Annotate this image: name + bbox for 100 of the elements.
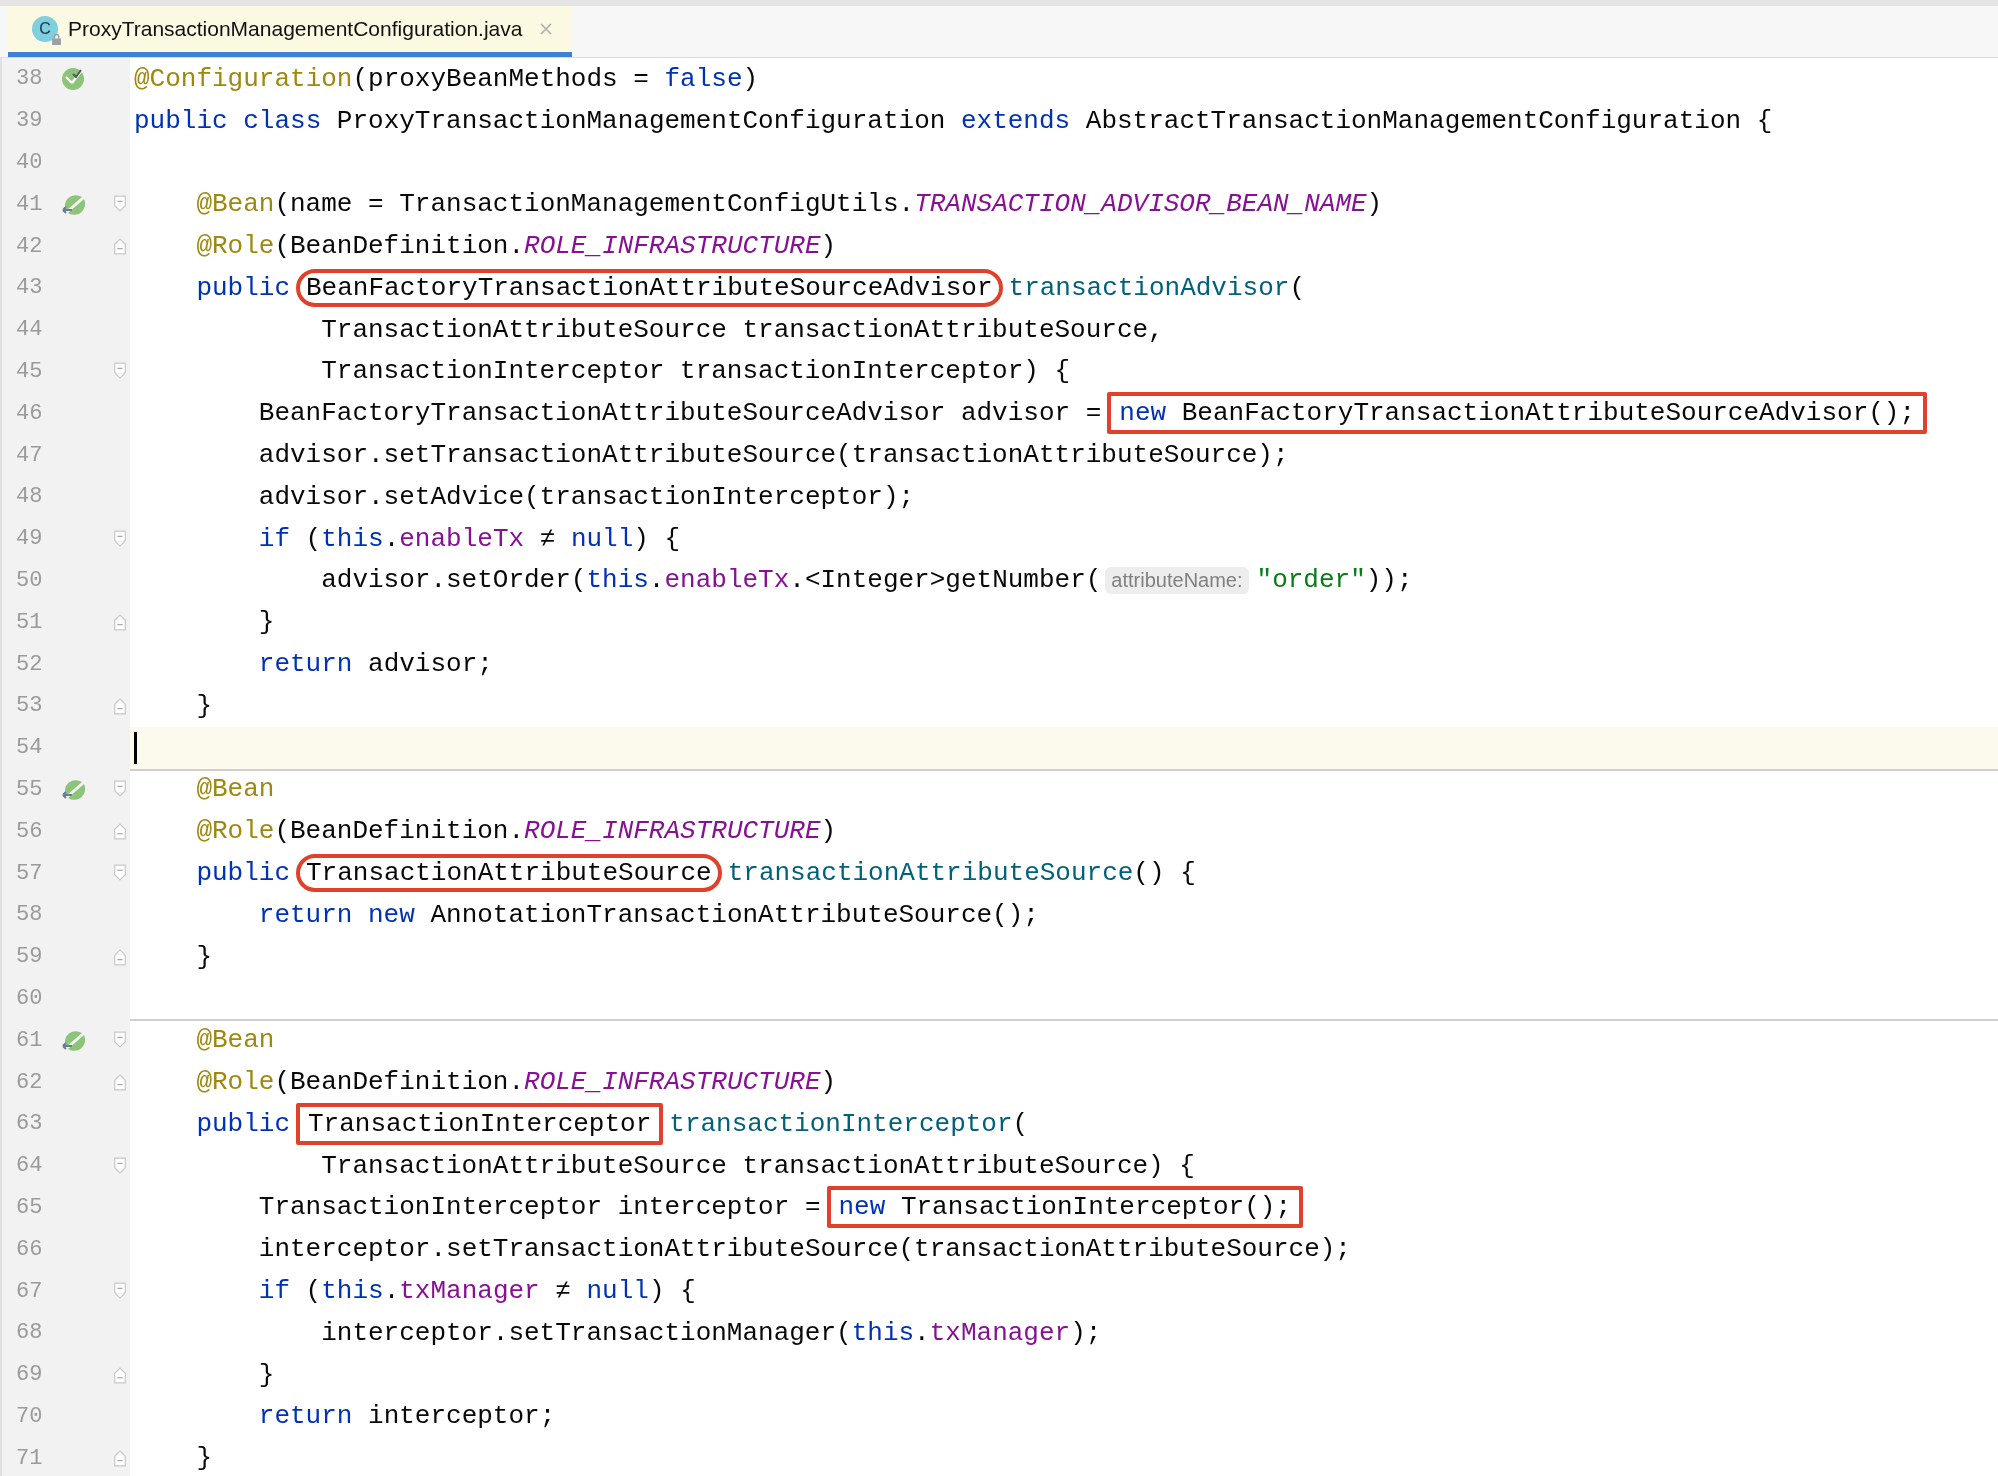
code-text: ≠ [538,523,557,554]
keyword: this [586,565,649,596]
check-circle-gutter-icon[interactable] [60,65,86,92]
code-text: } [258,1359,275,1390]
code-text: ( [1289,272,1305,303]
keyword: if [258,523,290,554]
line-number: 67 [16,1278,44,1304]
code-text: BeanFactoryTransactionAttributeSourceAdvisor [306,272,993,303]
line-number: 42 [16,233,44,259]
code-text: } [258,607,275,638]
field-name: enableTx [664,565,790,596]
keyword: return [258,1401,353,1432]
line-number: 41 [16,191,44,217]
code-text: . [914,1317,930,1348]
keyword: public [196,858,290,889]
constant: ROLE_INFRASTRUCTURE [524,816,821,847]
code-text: TransactionAttributeSource transactionAttributeSource) { [321,1150,1195,1181]
code-text: BeanFactoryTransactionAttributeSourceAdvisor advisor = [258,398,1102,429]
keyword: null [586,1276,649,1306]
code-text: . [648,565,665,596]
line-number: 61 [16,1027,44,1053]
keyword: new [838,1192,886,1223]
line-number: 48 [16,484,44,510]
line-number: 40 [16,150,44,175]
constant: ROLE_INFRASTRUCTURE [524,231,821,262]
line-number: 44 [16,317,44,343]
line-number: 49 [16,526,44,552]
code-text: (name = TransactionManagementConfigUtils. [274,189,915,220]
code-text: ) { [648,1276,696,1306]
close-icon[interactable] [538,21,555,37]
code-text: (proxyBeanMethods = [352,63,650,94]
line-number: 68 [16,1320,44,1346]
line-number: 52 [16,651,44,677]
code-text: } [196,941,212,972]
code-text: . [383,523,400,554]
code-text: BeanFactoryTransactionAttributeSourceAdvisor(); [1180,398,1916,429]
code-text: () { [1133,858,1196,889]
line-number: 64 [16,1153,44,1179]
code-text: ( [304,1276,322,1306]
code-text: advisor.setAdvice(transactionInterceptor); [258,481,915,512]
line-number: 58 [16,902,44,928]
code-text: ) [820,816,837,847]
line-number: 47 [16,442,44,468]
annotation: @Bean [196,189,275,220]
line-number: 60 [16,985,44,1011]
code-text: interceptor.setTransactionAttributeSource(transactionAttributeSource); [258,1234,1351,1265]
code-text: TransactionAttributeSource transactionAttributeSource, [321,314,1164,345]
code-text: TransactionAttributeSource [306,858,712,889]
code-text: ) [742,63,759,94]
annotation: @Bean [196,1025,275,1056]
line-number: 59 [16,944,44,970]
code-text: ) { [633,523,681,554]
line-number: 66 [16,1236,44,1262]
line-number: 51 [16,609,44,635]
code-text: interceptor.setTransactionManager( [321,1317,852,1348]
keyword: if [258,1276,290,1306]
line-number: 38 [16,66,44,92]
line-number: 71 [16,1445,44,1471]
field-name: txManager [399,1276,540,1306]
code-text: . [383,1276,400,1306]
code-text: TransactionInterceptor(); [899,1192,1291,1223]
annotation: @Bean [196,774,275,805]
code-text: TransactionInterceptor [308,1108,652,1139]
method-name: transactionInterceptor [669,1108,1013,1139]
keyword: null [570,523,634,554]
code-text: .<Integer>getNumber( [789,565,1102,596]
line-number: 43 [16,275,44,301]
keyword: this [851,1317,915,1348]
code-text: } [196,1443,212,1474]
method-name: transactionAttributeSource [727,858,1134,889]
line-number: 57 [16,860,44,886]
code-text: interceptor; [367,1401,556,1432]
code-text: TransactionInterceptor interceptor = [258,1192,821,1223]
keyword: public class [134,105,322,136]
constant: TRANSACTION_ADVISOR_BEAN_NAME [914,189,1367,220]
code-text: } [196,690,212,721]
method-name: transactionAdvisor [1008,272,1290,303]
code-text: ≠ [554,1276,572,1306]
line-number: 65 [16,1194,44,1220]
code-text: (BeanDefinition. [274,1067,525,1097]
code-text: TransactionInterceptor transactionInterceptor) { [321,356,1071,387]
code-text: ProxyTransactionManagementConfiguration [335,105,947,136]
annotation: @Configuration [134,63,353,94]
code-text: )); [1365,565,1413,596]
code-text: ( [304,523,322,554]
code-text: AbstractTransactionManagementConfiguration { [1084,105,1773,136]
editor-tab[interactable]: C ProxyTransactionManagementConfiguration.java [8,6,573,57]
keyword: extends [960,105,1071,136]
code-text: ) [1366,189,1383,220]
annotation: @Role [196,1067,275,1097]
line-number: 54 [16,735,44,761]
line-number: 53 [16,693,44,719]
line-number: 39 [16,108,44,134]
line-number: 56 [16,818,44,844]
code-text: ( [1012,1108,1029,1139]
code-text: ); [1070,1317,1102,1348]
code-text: ) [820,1067,837,1097]
line-number: 55 [16,776,44,802]
keyword: false [664,63,743,94]
line-number: 45 [16,358,44,384]
